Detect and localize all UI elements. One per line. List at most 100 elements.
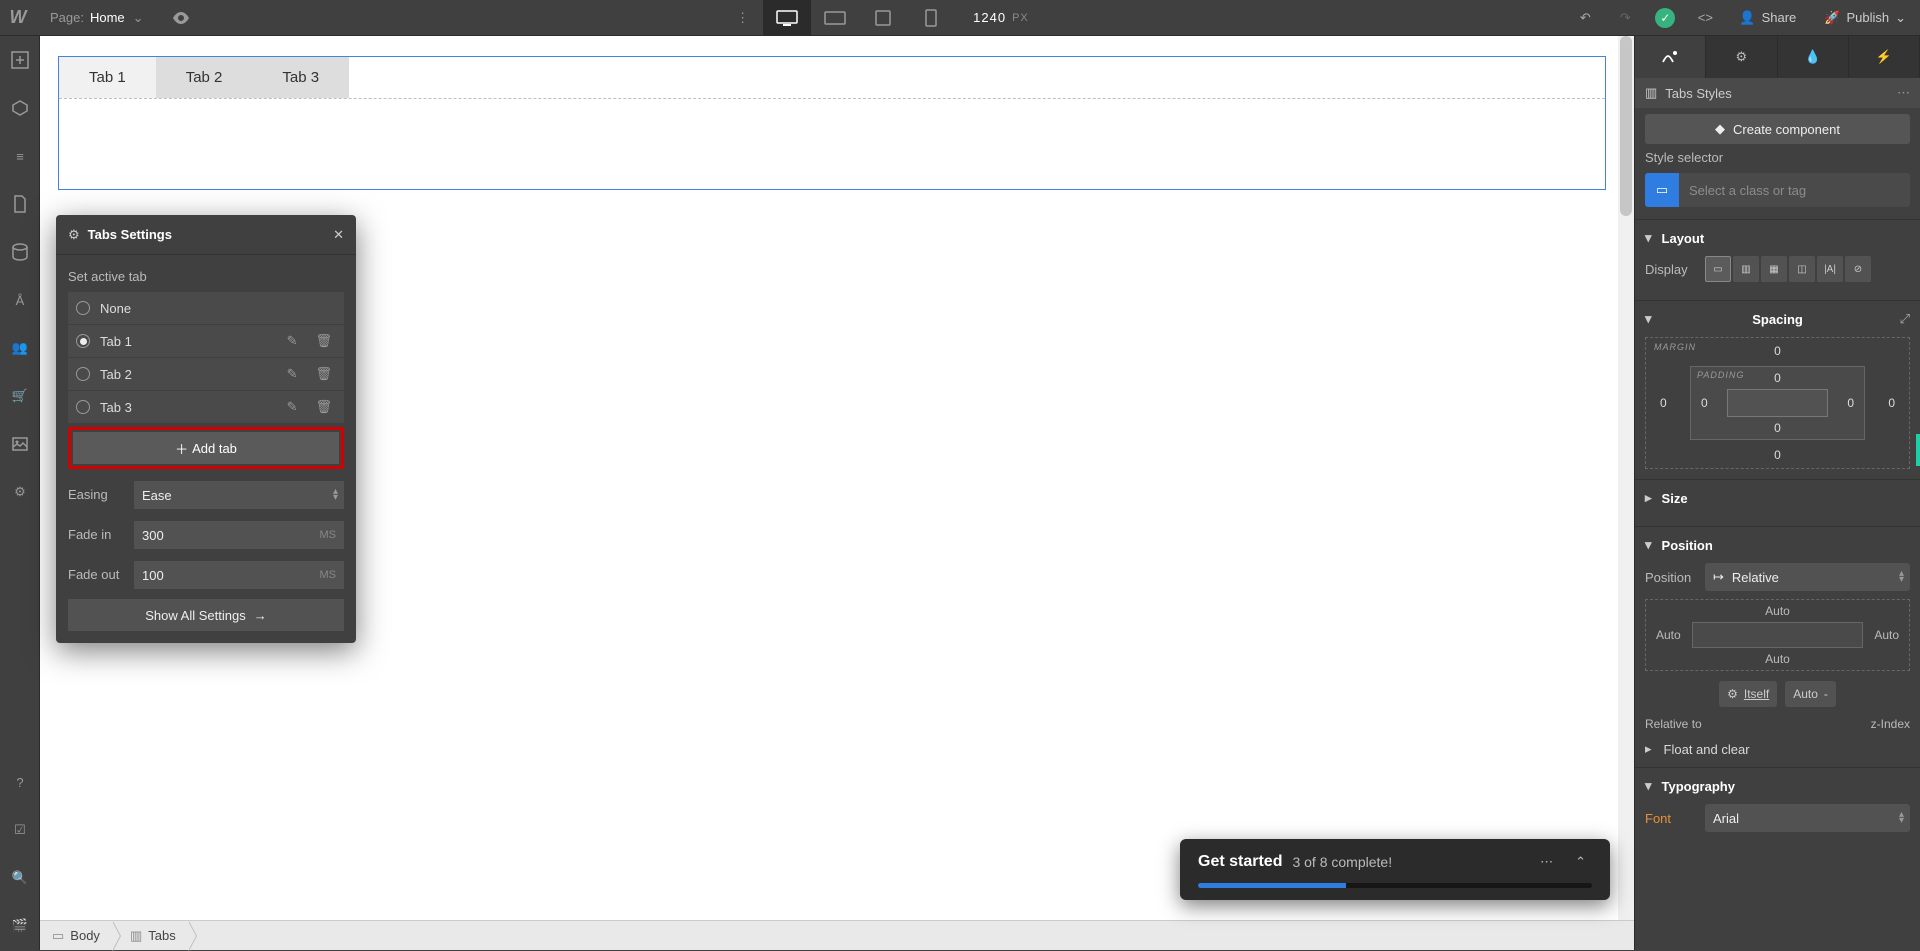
cart-icon[interactable]: 🛒	[0, 372, 40, 420]
ecommerce-icon[interactable]: Å	[0, 276, 40, 324]
font-select[interactable]: Arial ▴▾	[1705, 804, 1910, 832]
more-icon[interactable]: ⋮	[722, 10, 763, 26]
tab-link-2[interactable]: Tab 2	[156, 57, 253, 98]
preview-icon[interactable]	[158, 12, 204, 24]
components-icon[interactable]	[0, 84, 40, 132]
share-button[interactable]: 👤 Share	[1725, 0, 1810, 36]
device-tablet-icon[interactable]	[859, 0, 907, 36]
edit-icon[interactable]: ✎	[283, 399, 302, 415]
offset-right[interactable]: Auto	[1874, 628, 1899, 642]
section-heading-spacing[interactable]: Spacing	[1752, 312, 1803, 327]
panel-tab-style-icon[interactable]	[1635, 36, 1706, 78]
trash-icon[interactable]: 🗑	[311, 399, 336, 415]
display-inline-block-icon[interactable]: ◫	[1789, 256, 1815, 282]
panel-tab-effects-icon[interactable]: ⚡	[1849, 36, 1920, 78]
webflow-logo-icon[interactable]: W	[0, 0, 36, 36]
trash-icon[interactable]: 🗑	[311, 366, 336, 382]
pages-icon[interactable]	[0, 180, 40, 228]
device-desktop-icon[interactable]	[763, 0, 811, 36]
page-selector[interactable]: Page: Home ⌄	[36, 0, 158, 35]
scrollbar-thumb[interactable]	[1620, 36, 1632, 216]
navigator-icon[interactable]: ≡	[0, 132, 40, 180]
breadcrumb-body[interactable]: ▭Body	[40, 921, 112, 950]
device-mobile-icon[interactable]	[907, 0, 955, 36]
status-saved-icon[interactable]: ✓	[1655, 8, 1675, 28]
easing-select[interactable]: Ease ▴▾	[134, 481, 344, 509]
more-icon[interactable]: ⋯	[1534, 854, 1559, 870]
padding-top-value[interactable]: 0	[1774, 371, 1781, 385]
edit-icon[interactable]: ✎	[283, 366, 302, 382]
padding-right-value[interactable]: 0	[1847, 396, 1854, 410]
export-code-icon[interactable]: <>	[1685, 0, 1725, 36]
canvas-width-display[interactable]: 1240 PX	[955, 10, 1047, 25]
assets-icon[interactable]	[0, 420, 40, 468]
breadcrumb-tabs[interactable]: ▥Tabs	[112, 921, 188, 950]
auto-button[interactable]: Auto -	[1785, 681, 1836, 707]
tutorials-icon[interactable]: 🎬	[0, 902, 40, 950]
section-heading-typography[interactable]: Typography	[1645, 778, 1910, 794]
active-tab-option-none[interactable]: None	[68, 292, 344, 324]
padding-bottom-value[interactable]: 0	[1774, 421, 1781, 435]
radio-icon[interactable]	[76, 367, 90, 381]
cms-icon[interactable]	[0, 228, 40, 276]
edit-icon[interactable]: ✎	[283, 333, 302, 349]
margin-bottom-value[interactable]: 0	[1774, 448, 1781, 462]
zindex-label[interactable]: z-Index	[1871, 717, 1910, 731]
offset-left[interactable]: Auto	[1656, 628, 1681, 642]
fade-out-input[interactable]: 100 MS	[134, 561, 344, 589]
canvas-scrollbar[interactable]	[1618, 36, 1634, 950]
active-tab-option-1[interactable]: Tab 1 ✎ 🗑	[68, 325, 344, 357]
create-component-button[interactable]: ◆ Create component	[1645, 114, 1910, 144]
tab-content[interactable]	[59, 99, 1605, 189]
undo-icon[interactable]: ↶	[1565, 0, 1605, 36]
margin-top-value[interactable]: 0	[1774, 344, 1781, 358]
section-heading-layout[interactable]: Layout	[1645, 230, 1910, 246]
settings-icon[interactable]: ⚙	[0, 468, 40, 516]
offset-bottom[interactable]: Auto	[1765, 652, 1790, 666]
padding-left-value[interactable]: 0	[1701, 396, 1708, 410]
trash-icon[interactable]: 🗑	[311, 333, 336, 349]
add-element-icon[interactable]	[0, 36, 40, 84]
help-icon[interactable]: ?	[0, 758, 40, 806]
radio-icon[interactable]	[76, 334, 90, 348]
show-all-settings-button[interactable]: Show All Settings →	[68, 599, 344, 631]
margin-right-value[interactable]: 0	[1888, 396, 1895, 410]
styles-row[interactable]: ▥ Tabs Styles ⋯	[1635, 78, 1920, 108]
tab-link-1[interactable]: Tab 1	[59, 57, 156, 98]
close-icon[interactable]: ✕	[333, 227, 344, 243]
spacing-expand-icon[interactable]: ⤢	[1900, 311, 1910, 327]
size-section[interactable]: Size	[1635, 479, 1920, 526]
users-icon[interactable]: 👥	[0, 324, 40, 372]
display-grid-icon[interactable]: ▦	[1761, 256, 1787, 282]
active-tab-option-2[interactable]: Tab 2 ✎ 🗑	[68, 358, 344, 390]
section-heading-position[interactable]: Position	[1645, 537, 1910, 553]
tab-link-3[interactable]: Tab 3	[252, 57, 349, 98]
display-flex-icon[interactable]: ▥	[1733, 256, 1759, 282]
collapse-icon[interactable]: ⌃	[1569, 854, 1592, 870]
panel-tab-interactions-icon[interactable]: 💧	[1778, 36, 1849, 78]
display-inline-icon[interactable]: |A|	[1817, 256, 1843, 282]
position-select[interactable]: ↦ Relative ▴▾	[1705, 563, 1910, 591]
active-tab-option-3[interactable]: Tab 3 ✎ 🗑	[68, 391, 344, 423]
publish-button[interactable]: 🚀 Publish ⌄	[1810, 0, 1920, 36]
radio-icon[interactable]	[76, 301, 90, 315]
search-icon[interactable]: 🔍	[0, 854, 40, 902]
panel-tab-settings-icon[interactable]: ⚙	[1706, 36, 1777, 78]
section-heading-size[interactable]: Size	[1645, 490, 1910, 506]
itself-button[interactable]: ⚙ Itself	[1719, 681, 1777, 707]
float-clear-label[interactable]: Float and clear	[1664, 742, 1750, 757]
add-tab-button[interactable]: ＋ Add tab	[73, 432, 339, 464]
radio-icon[interactable]	[76, 400, 90, 414]
tabs-element[interactable]: Tab 1 Tab 2 Tab 3	[58, 56, 1606, 190]
redo-icon[interactable]: ↷	[1605, 0, 1645, 36]
fade-in-input[interactable]: 300 MS	[134, 521, 344, 549]
more-icon[interactable]: ⋯	[1897, 85, 1910, 101]
class-selector-input[interactable]: ▭ Select a class or tag	[1645, 173, 1910, 207]
offset-top[interactable]: Auto	[1765, 604, 1790, 618]
spacing-editor[interactable]: MARGIN 0 0 0 0 PADDING 0 0 0 0	[1645, 337, 1910, 469]
margin-left-value[interactable]: 0	[1660, 396, 1667, 410]
device-tablet-landscape-icon[interactable]	[811, 0, 859, 36]
position-offsets-editor[interactable]: Auto Auto Auto Auto	[1645, 599, 1910, 671]
audit-icon[interactable]: ☑	[0, 806, 40, 854]
display-none-icon[interactable]: ⊘	[1845, 256, 1871, 282]
